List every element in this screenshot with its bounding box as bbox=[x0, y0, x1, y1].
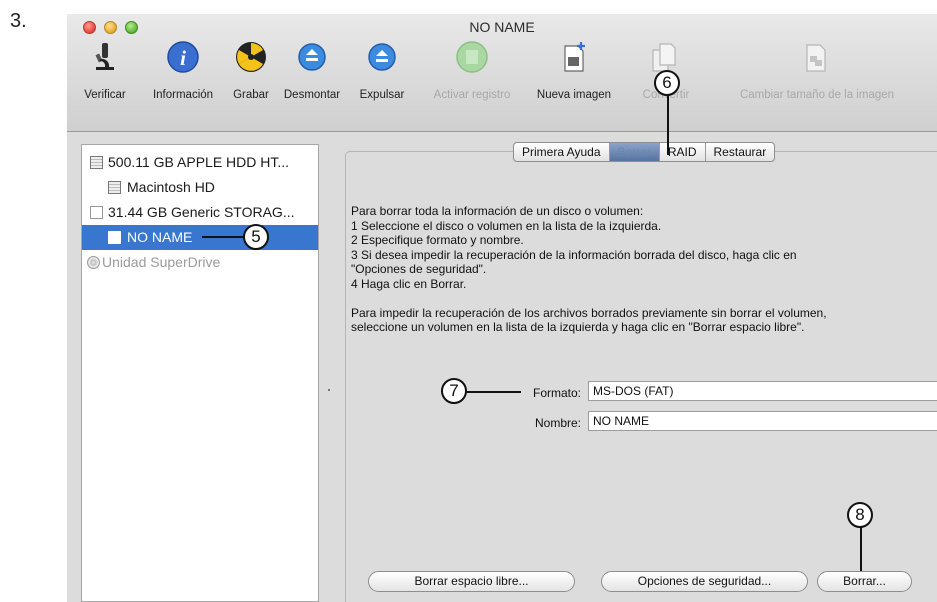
burn-icon bbox=[236, 42, 266, 72]
callout-7-line bbox=[466, 391, 521, 393]
instruction-intro: Para borrar toda la información de un di… bbox=[351, 204, 644, 218]
callout-6: 6 bbox=[654, 70, 680, 96]
instruction-step-3: 3 Si desea impedir la recuperación de la… bbox=[351, 247, 797, 262]
disk-item-superdrive[interactable]: Unidad SuperDrive bbox=[82, 250, 318, 275]
format-select[interactable]: MS-DOS (FAT) bbox=[588, 381, 937, 401]
convert-icon bbox=[652, 43, 676, 72]
instruction-step-4: 4 Haga clic en Borrar. bbox=[351, 276, 467, 291]
tab-erase[interactable]: Borrar bbox=[609, 143, 660, 161]
instruction-step-1: 1 Seleccione el disco o volumen en la li… bbox=[351, 218, 662, 233]
disk-item-apple-hdd[interactable]: 500.11 GB APPLE HDD HT... bbox=[82, 150, 318, 175]
svg-text:i: i bbox=[180, 46, 186, 70]
step-number: 3. bbox=[10, 10, 27, 32]
journaling-icon bbox=[456, 41, 488, 73]
hard-drive-icon bbox=[90, 156, 103, 169]
unmount-icon bbox=[298, 43, 326, 71]
split-resize-handle[interactable] bbox=[328, 389, 330, 391]
volume-icon bbox=[108, 231, 121, 244]
disk-item-macintosh-hd[interactable]: Macintosh HD bbox=[82, 175, 318, 200]
disk-item-no-name[interactable]: NO NAME bbox=[82, 225, 318, 250]
toolbar: NO NAME Verificar i Información Grabar D… bbox=[67, 14, 937, 132]
info-icon: i bbox=[167, 41, 199, 73]
instruction-step-2: 2 Especifique formato y nombre. bbox=[351, 233, 524, 248]
disk-item-generic-storage[interactable]: 31.44 GB Generic STORAG... bbox=[82, 200, 318, 225]
free-space-note-line1: Para impedir la recuperación de los arch… bbox=[351, 305, 827, 320]
optical-drive-icon bbox=[87, 256, 100, 269]
erase-free-space-button[interactable]: Borrar espacio libre... bbox=[368, 571, 575, 592]
disk-utility-window: NO NAME Verificar i Información Grabar D… bbox=[67, 14, 937, 602]
tab-restore[interactable]: Restaurar bbox=[706, 143, 775, 161]
usb-drive-icon bbox=[90, 206, 103, 219]
callout-5-line bbox=[202, 236, 244, 238]
volume-icon bbox=[108, 181, 121, 194]
eject-icon bbox=[368, 43, 396, 71]
tab-bar: Primera Ayuda Borrar RAID Restaurar bbox=[513, 142, 776, 162]
instruction-step-3-cont: "Opciones de seguridad". bbox=[351, 262, 487, 277]
disk-list: 500.11 GB APPLE HDD HT... Macintosh HD 3… bbox=[81, 144, 319, 602]
callout-8: 8 bbox=[847, 502, 873, 528]
new-image-icon bbox=[564, 42, 585, 72]
callout-7: 7 bbox=[441, 378, 467, 404]
security-options-button[interactable]: Opciones de seguridad... bbox=[601, 571, 808, 592]
free-space-note-line2: seleccione un volumen en la lista de la … bbox=[351, 320, 805, 335]
erase-button[interactable]: Borrar... bbox=[817, 571, 912, 592]
resize-image-icon bbox=[806, 44, 826, 72]
callout-8-line bbox=[860, 527, 862, 571]
name-label: Nombre: bbox=[534, 416, 581, 430]
erase-instructions: Para borrar toda la información de un di… bbox=[351, 204, 937, 335]
tab-first-aid[interactable]: Primera Ayuda bbox=[514, 143, 610, 161]
window-title: NO NAME bbox=[469, 19, 535, 35]
name-field[interactable]: NO NAME bbox=[588, 411, 937, 431]
callout-6-line bbox=[667, 95, 669, 155]
microscope-icon bbox=[95, 43, 114, 70]
format-label: Formato: bbox=[532, 386, 581, 400]
callout-5: 5 bbox=[243, 224, 269, 250]
